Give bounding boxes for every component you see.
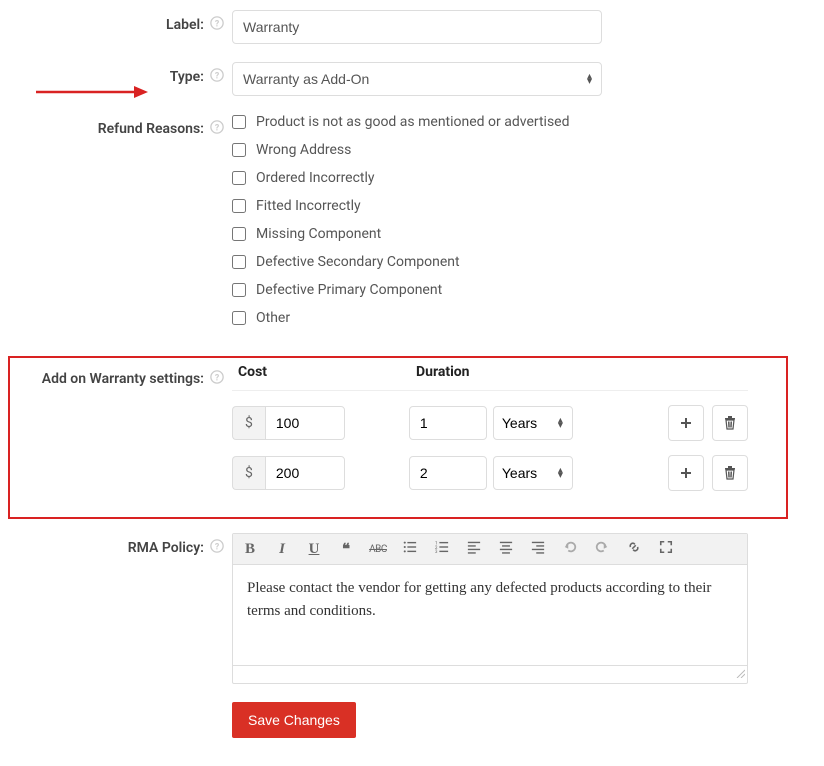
cost-input[interactable] xyxy=(265,406,345,440)
save-changes-button[interactable]: Save Changes xyxy=(232,702,356,738)
refund-reasons-group: Product is not as good as mentioned or a… xyxy=(232,114,824,338)
refund-reason-row: Defective Primary Component xyxy=(232,282,794,298)
italic-button[interactable]: I xyxy=(273,541,291,558)
refund-reason-checkbox[interactable] xyxy=(232,255,246,269)
type-select[interactable]: Warranty as Add-On xyxy=(232,62,602,96)
align-right-button[interactable] xyxy=(529,540,547,558)
refund-reason-label: Defective Primary Component xyxy=(256,282,442,298)
redo-button[interactable] xyxy=(593,540,611,558)
rma-policy-label: RMA Policy: xyxy=(128,540,204,556)
refund-reasons-label: Refund Reasons: xyxy=(98,121,204,137)
strikethrough-button[interactable]: ABC xyxy=(369,544,387,555)
help-icon[interactable]: ? xyxy=(210,370,224,388)
duration-header: Duration xyxy=(416,364,748,380)
help-icon[interactable]: ? xyxy=(210,120,224,138)
ordered-list-button[interactable]: 123 xyxy=(433,540,451,558)
refund-reason-row: Defective Secondary Component xyxy=(232,254,794,270)
help-icon[interactable]: ? xyxy=(210,16,224,34)
refund-reason-checkbox[interactable] xyxy=(232,115,246,129)
add-row-button[interactable] xyxy=(668,405,704,441)
undo-button[interactable] xyxy=(561,540,579,558)
rma-editor: B I U ❝ ABC 123 xyxy=(232,533,748,684)
type-label: Type: xyxy=(170,69,204,85)
refund-reason-label: Ordered Incorrectly xyxy=(256,170,375,186)
refund-reason-label: Defective Secondary Component xyxy=(256,254,460,270)
warranty-row: $Years▴▾ xyxy=(232,405,748,441)
refund-reason-checkbox[interactable] xyxy=(232,283,246,297)
addon-warranty-highlight: Add on Warranty settings: ? Cost Duratio… xyxy=(8,356,788,519)
refund-reason-checkbox[interactable] xyxy=(232,199,246,213)
refund-reason-row: Ordered Incorrectly xyxy=(232,170,794,186)
svg-text:3: 3 xyxy=(435,550,438,554)
currency-prefix: $ xyxy=(232,456,265,490)
delete-row-button[interactable] xyxy=(712,405,748,441)
editor-toolbar: B I U ❝ ABC 123 xyxy=(233,534,747,565)
refund-reason-row: Product is not as good as mentioned or a… xyxy=(232,114,794,130)
duration-unit-select[interactable]: Years xyxy=(493,456,573,490)
svg-text:?: ? xyxy=(215,20,220,30)
label-input[interactable] xyxy=(232,10,602,44)
editor-statusbar xyxy=(233,665,747,683)
add-row-button[interactable] xyxy=(668,455,704,491)
quote-button[interactable]: ❝ xyxy=(337,540,355,558)
refund-reason-label: Product is not as good as mentioned or a… xyxy=(256,114,569,130)
addon-warranty-label: Add on Warranty settings: xyxy=(42,371,204,387)
unordered-list-button[interactable] xyxy=(401,540,419,558)
help-icon[interactable]: ? xyxy=(210,68,224,86)
refund-reason-row: Other xyxy=(232,310,794,326)
refund-reason-label: Fitted Incorrectly xyxy=(256,198,361,214)
align-center-button[interactable] xyxy=(497,540,515,558)
help-icon[interactable]: ? xyxy=(210,539,224,557)
refund-reason-label: Other xyxy=(256,310,290,326)
refund-reason-checkbox[interactable] xyxy=(232,171,246,185)
svg-text:?: ? xyxy=(215,124,220,134)
cost-header: Cost xyxy=(232,364,416,380)
svg-text:?: ? xyxy=(215,543,220,553)
svg-text:?: ? xyxy=(215,374,220,384)
link-button[interactable] xyxy=(625,540,643,558)
duration-unit-select[interactable]: Years xyxy=(493,406,573,440)
fullscreen-button[interactable] xyxy=(657,540,675,558)
label-label: Label: xyxy=(166,17,204,33)
refund-reason-row: Wrong Address xyxy=(232,142,794,158)
align-left-button[interactable] xyxy=(465,540,483,558)
refund-reason-checkbox[interactable] xyxy=(232,311,246,325)
underline-button[interactable]: U xyxy=(305,541,323,558)
refund-reason-row: Fitted Incorrectly xyxy=(232,198,794,214)
cost-input[interactable] xyxy=(265,456,345,490)
svg-text:?: ? xyxy=(215,72,220,82)
currency-prefix: $ xyxy=(232,406,265,440)
rma-policy-textarea[interactable]: Please contact the vendor for getting an… xyxy=(233,565,747,665)
bold-button[interactable]: B xyxy=(241,541,259,558)
delete-row-button[interactable] xyxy=(712,455,748,491)
duration-value-input[interactable] xyxy=(409,456,487,490)
refund-reason-checkbox[interactable] xyxy=(232,143,246,157)
refund-reason-row: Missing Component xyxy=(232,226,794,242)
refund-reason-checkbox[interactable] xyxy=(232,227,246,241)
duration-value-input[interactable] xyxy=(409,406,487,440)
refund-reason-label: Wrong Address xyxy=(256,142,351,158)
refund-reason-label: Missing Component xyxy=(256,226,381,242)
warranty-row: $Years▴▾ xyxy=(232,455,748,491)
resize-grip-icon[interactable] xyxy=(735,668,745,681)
